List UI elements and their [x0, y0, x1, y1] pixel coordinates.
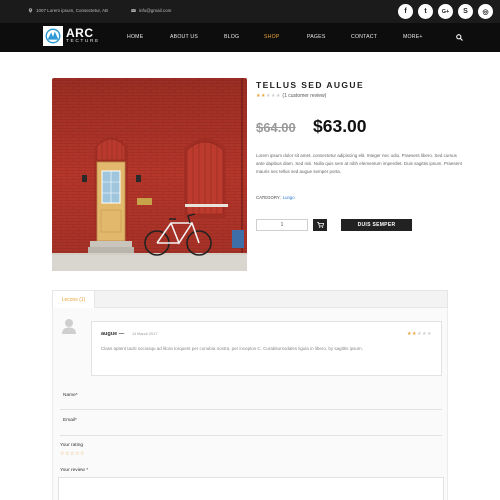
category-link[interactable]: Lungo	[283, 195, 295, 200]
star-icon[interactable]: ☆	[60, 451, 64, 457]
review-textarea[interactable]	[58, 477, 444, 500]
nav-item-about-us[interactable]: ABOUT US	[170, 34, 198, 40]
star-icon: ★	[411, 331, 417, 337]
star-icon: ★	[421, 331, 427, 337]
star-icon[interactable]: ☆	[65, 451, 69, 457]
star-icon: ★	[270, 93, 276, 99]
review-rating-stars: ★ ★ ★ ★ ★	[407, 331, 431, 337]
address-text: 1007 Lorem ipsum, Consectetur, AB	[36, 8, 109, 13]
star-icon[interactable]: ☆	[80, 451, 84, 457]
main-navbar: ARC TECTURE HOME ABOUT US BLOG SHOP PAGE…	[0, 23, 500, 52]
star-icon: ★	[256, 93, 261, 99]
nav-item-blog[interactable]: BLOG	[224, 34, 239, 40]
logo-mark-icon	[43, 26, 63, 46]
skype-icon[interactable]: S	[458, 4, 473, 19]
star-icon: ★	[275, 93, 281, 99]
name-label: Name*	[63, 393, 78, 398]
review-tabs-bar	[52, 290, 448, 308]
your-review-label: Your review *	[60, 468, 89, 473]
red-building-bicycle-photo	[52, 78, 247, 271]
address-info: 1007 Lorem ipsum, Consectetur, AB	[28, 8, 108, 13]
envelope-icon	[131, 8, 136, 12]
review-author-dash: —	[118, 331, 125, 337]
rating-input-stars[interactable]: ☆ ☆ ☆ ☆ ☆	[60, 451, 84, 457]
product-title: TELLUS SED AUGUE	[256, 80, 365, 90]
star-icon[interactable]: ☆	[70, 451, 74, 457]
star-icon: ★	[416, 331, 422, 337]
cart-icon	[316, 222, 324, 228]
buy-button[interactable]: DUIS SEMPER	[341, 219, 412, 231]
star-icon: ★	[426, 331, 432, 337]
add-to-cart-button[interactable]	[313, 219, 327, 231]
star-icon[interactable]: ☆	[75, 451, 79, 457]
review-date: 14 March 2017	[132, 332, 158, 336]
star-icon: ★	[407, 331, 412, 337]
nav-item-pages[interactable]: PAGES	[307, 34, 326, 40]
brand-logo[interactable]: ARC TECTURE	[43, 26, 100, 46]
facebook-icon[interactable]: f	[398, 4, 413, 19]
star-icon: ★	[260, 93, 266, 99]
nav-item-contact[interactable]: CONTACT	[351, 34, 377, 40]
review-text: Class aptent taciti sociosqu ad litora t…	[101, 346, 363, 351]
name-field[interactable]	[60, 409, 442, 410]
category-label: CATEGORY:	[256, 195, 281, 200]
product-rating: ★ ★ ★ ★ ★ (1 customer review)	[256, 93, 326, 99]
instagram-icon[interactable]: ◎	[478, 4, 493, 19]
google-plus-icon[interactable]: G+	[438, 4, 453, 19]
email-field[interactable]	[60, 435, 442, 436]
review-author: augue —	[101, 331, 124, 337]
twitter-icon[interactable]: t	[418, 4, 433, 19]
avatar-icon	[62, 319, 76, 334]
star-icon: ★	[265, 93, 271, 99]
arc-emblem-icon	[45, 28, 61, 44]
email-label: Email*	[63, 418, 77, 423]
your-rating-label: Your rating	[60, 443, 84, 448]
product-image[interactable]	[52, 78, 247, 271]
old-price: $64.00	[256, 120, 296, 135]
rating-stars: ★ ★ ★ ★ ★	[256, 93, 280, 99]
tab-reviews[interactable]: Lecons (1)	[52, 290, 95, 309]
search-icon[interactable]	[456, 34, 463, 41]
quantity-input[interactable]: 1	[256, 219, 308, 231]
brand-name-top: ARC	[66, 26, 94, 41]
customer-review-link[interactable]: (1 customer review)	[282, 93, 326, 99]
nav-item-home[interactable]: HOME	[127, 34, 143, 40]
product-category: CATEGORY: Lungo	[256, 195, 295, 200]
nav-item-shop[interactable]: SHOP	[264, 34, 280, 40]
nav-item-more[interactable]: MORE+	[403, 34, 423, 40]
email-info[interactable]: info@gmail.com	[131, 8, 171, 13]
product-description: Lorem ipsum dolor sit amet, consectetur …	[256, 153, 462, 175]
location-pin-icon	[28, 8, 33, 13]
current-price: $63.00	[313, 116, 367, 136]
review-author-name: augue	[101, 331, 118, 337]
email-text[interactable]: info@gmail.com	[139, 8, 171, 13]
brand-name-bottom: TECTURE	[66, 39, 100, 45]
top-info-bar: 1007 Lorem ipsum, Consectetur, AB info@g…	[0, 0, 500, 23]
